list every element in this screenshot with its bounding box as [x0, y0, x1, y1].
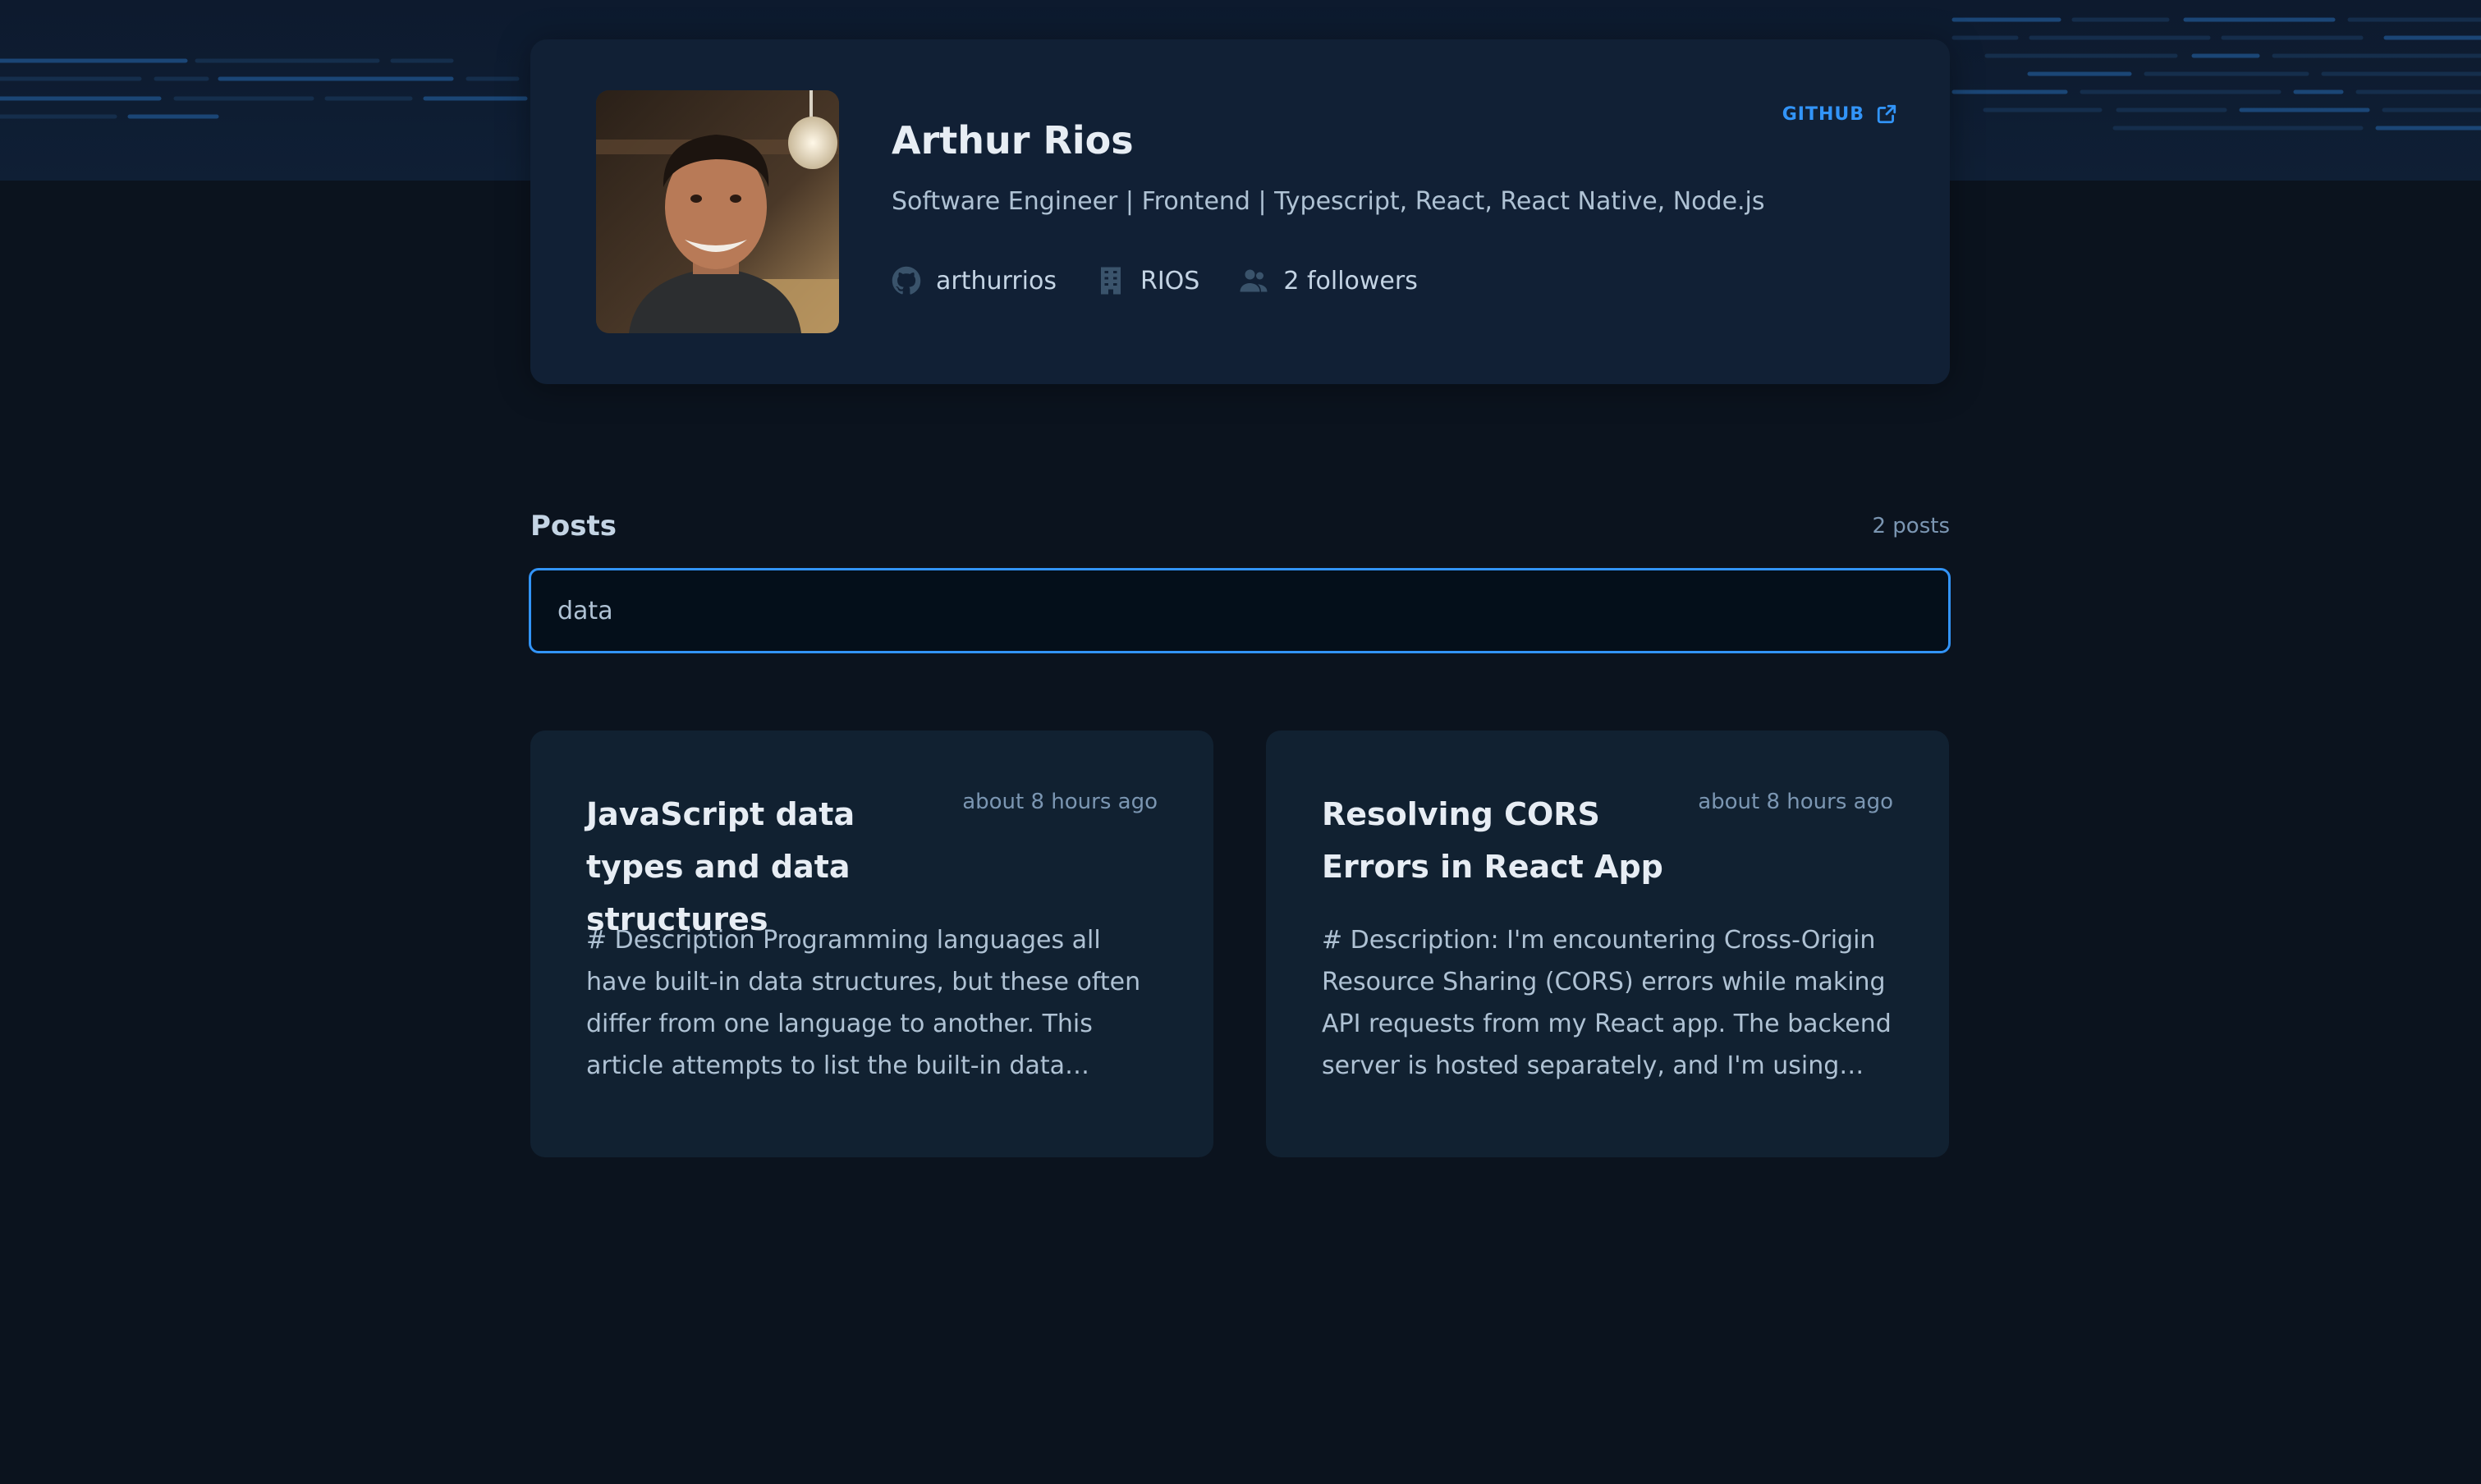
meta-followers: 2 followers	[1239, 266, 1418, 295]
external-link-icon	[1877, 104, 1896, 124]
profile-name: Arthur Rios	[892, 118, 1134, 163]
profile-bio: Software Engineer | Frontend | Typescrip…	[892, 187, 1765, 216]
github-link[interactable]: GITHUB	[1782, 103, 1897, 125]
post-title: Resolving CORS Errors in React App	[1322, 796, 1663, 885]
post-card[interactable]: Resolving CORS Errors in React App about…	[1266, 731, 1949, 1157]
building-icon	[1100, 267, 1121, 295]
meta-company: RIOS	[1096, 266, 1199, 295]
username-label: arthurrios	[936, 266, 1057, 295]
post-time: about 8 hours ago	[962, 790, 1158, 814]
github-icon	[892, 266, 921, 295]
profile-meta: arthurrios RIOS 2 followers	[892, 266, 1418, 295]
search-input[interactable]	[529, 568, 1951, 653]
posts-count: 2 posts	[1872, 514, 1950, 538]
meta-username: arthurrios	[892, 266, 1057, 295]
company-label: RIOS	[1140, 266, 1200, 295]
posts-title: Posts	[530, 510, 617, 543]
followers-label: 2 followers	[1283, 266, 1418, 295]
post-card[interactable]: JavaScript data types and data structure…	[530, 731, 1213, 1157]
post-excerpt: # Description Programming languages all …	[586, 926, 1141, 1080]
github-link-label: GITHUB	[1782, 103, 1864, 125]
avatar-image	[596, 90, 839, 333]
posts-header: Posts 2 posts	[530, 506, 1950, 547]
avatar	[596, 90, 839, 333]
profile-card: Arthur Rios Software Engineer | Frontend…	[530, 39, 1950, 384]
users-icon	[1240, 269, 1268, 292]
post-time: about 8 hours ago	[1698, 790, 1893, 814]
post-excerpt: # Description: I'm encountering Cross-Or…	[1322, 926, 1892, 1080]
